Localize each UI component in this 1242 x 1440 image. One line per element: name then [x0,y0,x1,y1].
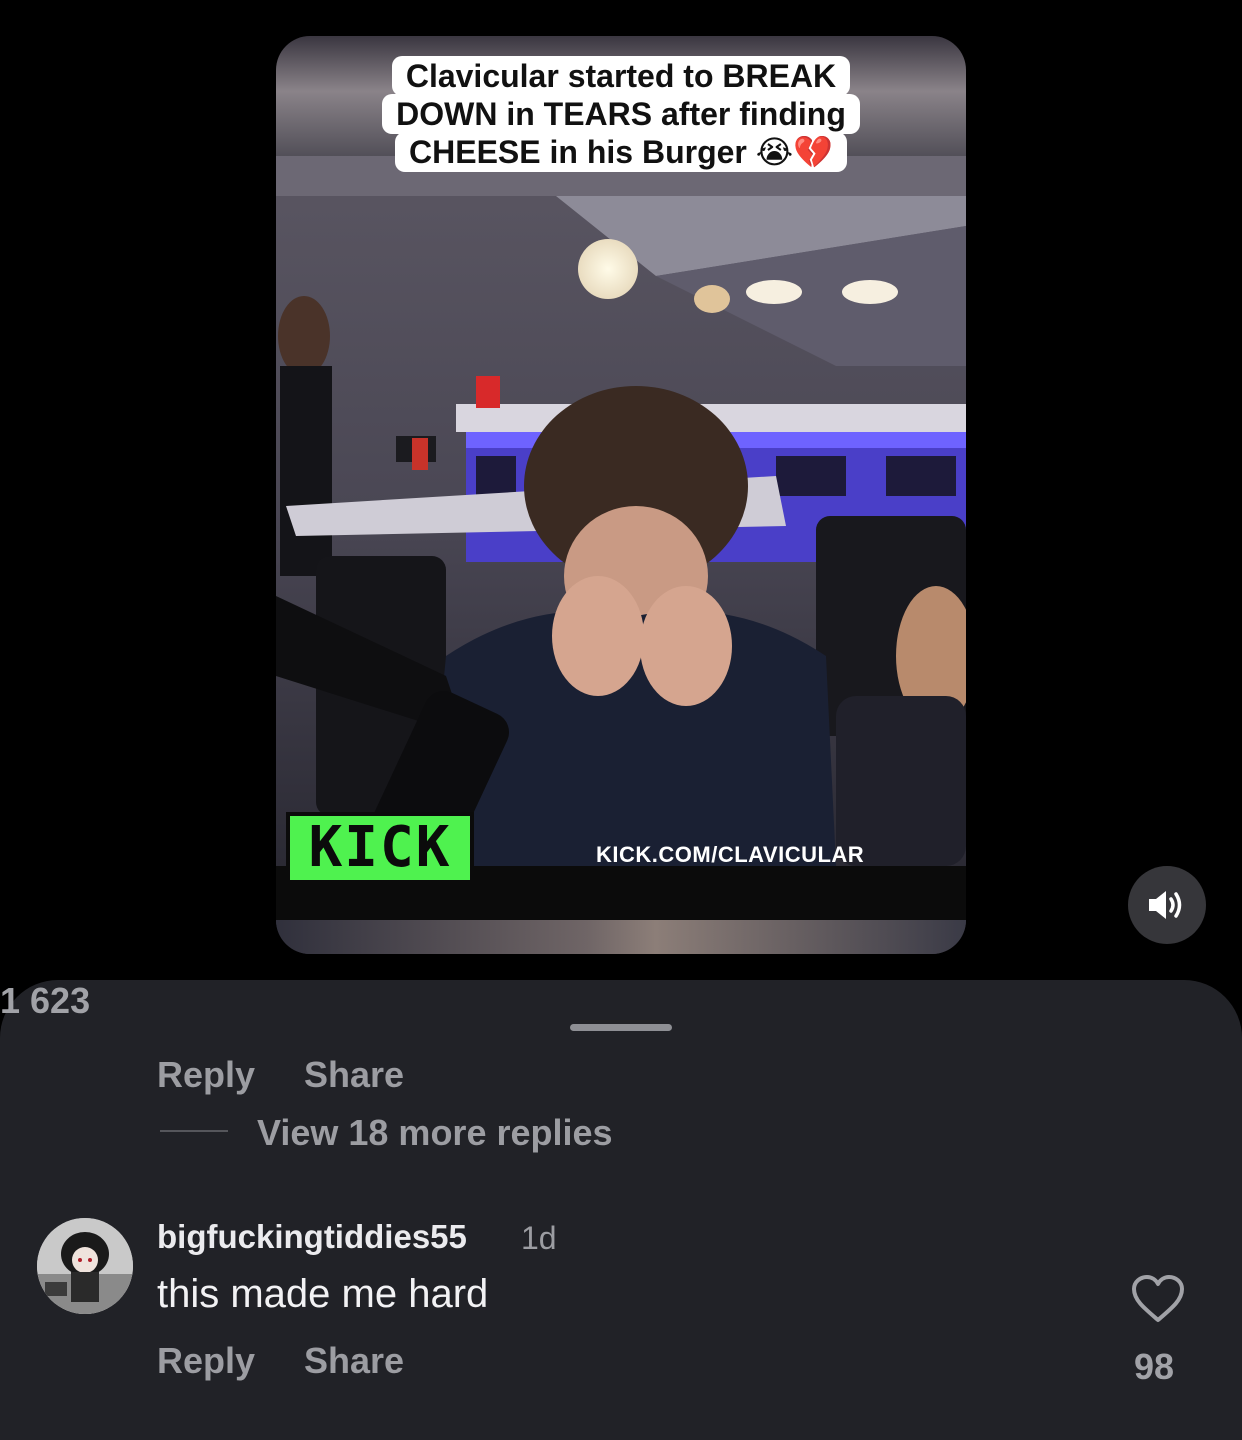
caption-line: DOWN in TEARS after finding [382,94,860,134]
comment-text: this made me hard [157,1272,489,1316]
watermark-url: KICK.COM/CLAVICULAR [596,842,865,867]
caption-line: Clavicular started to BREAK [391,56,851,96]
heart-outline-icon [1132,1275,1184,1322]
video-caption: Clavicular started to BREAK DOWN in TEAR… [276,56,966,172]
like-count: 1 623 [0,980,91,1021]
like-button[interactable] [1130,1274,1186,1324]
replies-divider [160,1130,228,1132]
comment-timestamp: 1d [521,1220,557,1256]
video-player[interactable]: Clavicular started to BREAK DOWN in TEAR… [276,36,966,954]
comment-like-count: 98 [1134,1346,1175,1387]
avatar-image [37,1218,133,1314]
speaker-on-icon [1149,891,1182,919]
sound-toggle-button[interactable] [1128,866,1206,944]
view-more-replies-button[interactable]: View 18 more replies [257,1112,613,1154]
comments-sheet: Reply Share 1 623 View 18 more replies b… [0,980,1242,1440]
comment-username[interactable]: bigfuckingtiddies55 [157,1218,467,1256]
share-button[interactable]: Share [304,1340,404,1382]
kick-logo: KICK [286,812,474,884]
sheet-grabber[interactable] [570,1024,672,1031]
caption-line: CHEESE in his Burger 😭💔 [395,132,847,172]
video-blur-edge [276,920,966,954]
reply-button[interactable]: Reply [157,1054,255,1096]
share-button[interactable]: Share [304,1054,404,1096]
reply-button[interactable]: Reply [157,1340,255,1382]
avatar[interactable] [37,1218,133,1314]
